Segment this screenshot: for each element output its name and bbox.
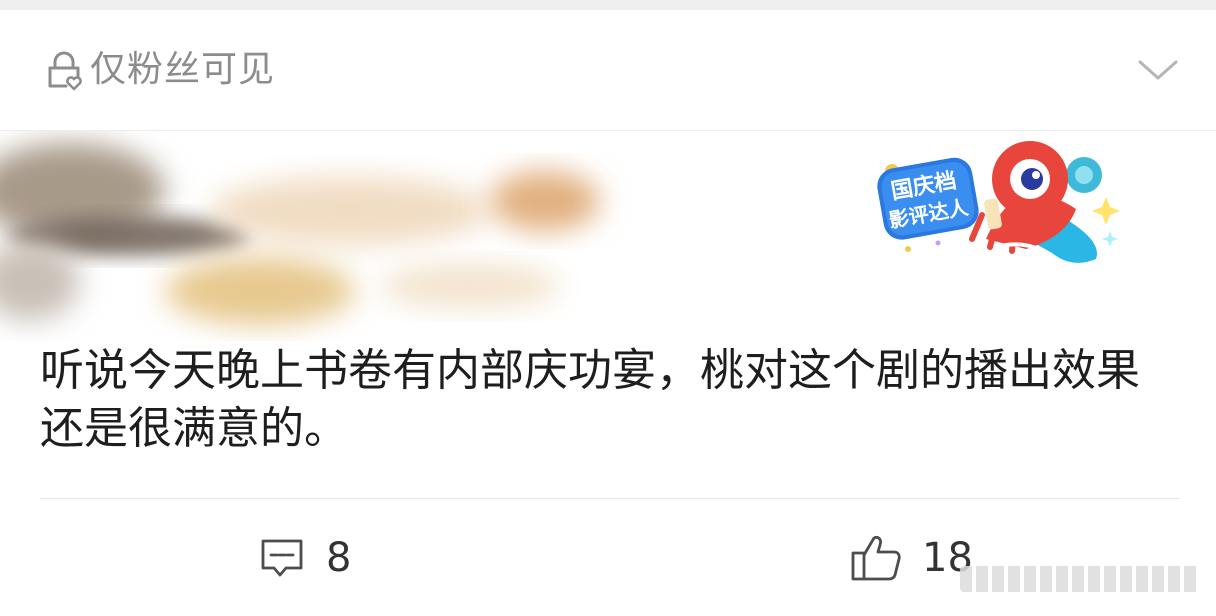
chevron-down-icon[interactable] (1134, 54, 1182, 86)
author-area: 国庆档 影评达人 (0, 131, 1216, 341)
thumbs-up-icon (851, 536, 901, 581)
footer-divider (40, 498, 1180, 499)
comment-count: 8 (326, 535, 352, 581)
watermark (960, 566, 1200, 592)
privacy-label: 仅粉丝可见 (90, 49, 276, 90)
comment-icon (261, 539, 303, 577)
privacy-indicator: 仅粉丝可见 (42, 48, 275, 92)
post-header: 仅粉丝可见 (0, 10, 1216, 130)
comment-button[interactable]: 8 (258, 532, 351, 584)
lock-heart-icon (48, 51, 82, 91)
like-button[interactable]: 18 (850, 532, 973, 584)
blurred-author-info (0, 143, 600, 325)
post-text: 听说今天晚上书卷有内部庆功宴，桃对这个剧的播出效果还是很满意的。 (40, 345, 1140, 454)
top-strip (0, 0, 1216, 10)
